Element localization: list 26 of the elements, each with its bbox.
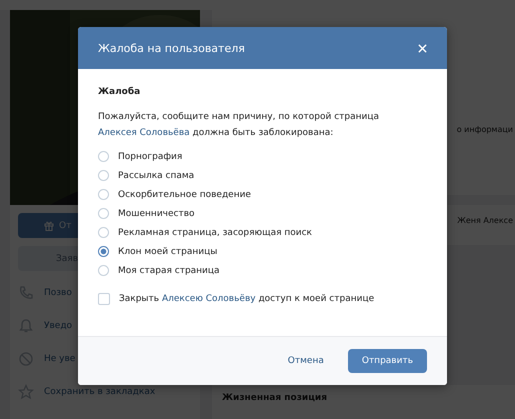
option-label[interactable]: Рассылка спама bbox=[118, 170, 194, 180]
radio-button[interactable] bbox=[98, 151, 109, 162]
option-label[interactable]: Мошенничество bbox=[118, 208, 195, 218]
dialog-title: Жалоба на пользователя bbox=[98, 42, 245, 54]
intro-text: Пожалуйста, сообщите нам причину, по которой страница Алексея Соловьёва должна быть заблокирована: bbox=[98, 111, 380, 140]
radio-button[interactable] bbox=[98, 189, 109, 200]
section-title: Жизненная позиция bbox=[222, 393, 327, 403]
submit-button[interactable]: Отправить bbox=[348, 349, 427, 373]
cancel-button[interactable]: Отмена bbox=[288, 356, 324, 366]
close-icon[interactable] bbox=[418, 44, 427, 52]
radio-button[interactable] bbox=[98, 208, 109, 219]
info-text: о информаци bbox=[456, 125, 513, 134]
option-label[interactable]: Моя старая страница bbox=[118, 266, 220, 276]
option-label[interactable]: Порнография bbox=[118, 152, 182, 162]
option-label[interactable]: Рекламная страница, засоряющая поиск bbox=[118, 228, 312, 238]
radio-button[interactable] bbox=[98, 227, 109, 238]
checkbox[interactable] bbox=[98, 293, 110, 305]
user-link[interactable]: Алексея Соловьёва bbox=[98, 128, 190, 138]
checkbox-label[interactable]: Закрыть Алексею Соловьёву доступ к моей странице bbox=[119, 294, 374, 304]
radio-button[interactable] bbox=[98, 265, 109, 276]
radio-button[interactable] bbox=[98, 246, 109, 257]
section-heading: Жалоба bbox=[98, 87, 142, 97]
option-label[interactable]: Оскорбительное поведение bbox=[118, 190, 251, 200]
option-label[interactable]: Клон моей страницы bbox=[118, 246, 218, 256]
user-link[interactable]: Алексею Соловьёву bbox=[162, 294, 256, 304]
radio-button[interactable] bbox=[98, 170, 109, 181]
